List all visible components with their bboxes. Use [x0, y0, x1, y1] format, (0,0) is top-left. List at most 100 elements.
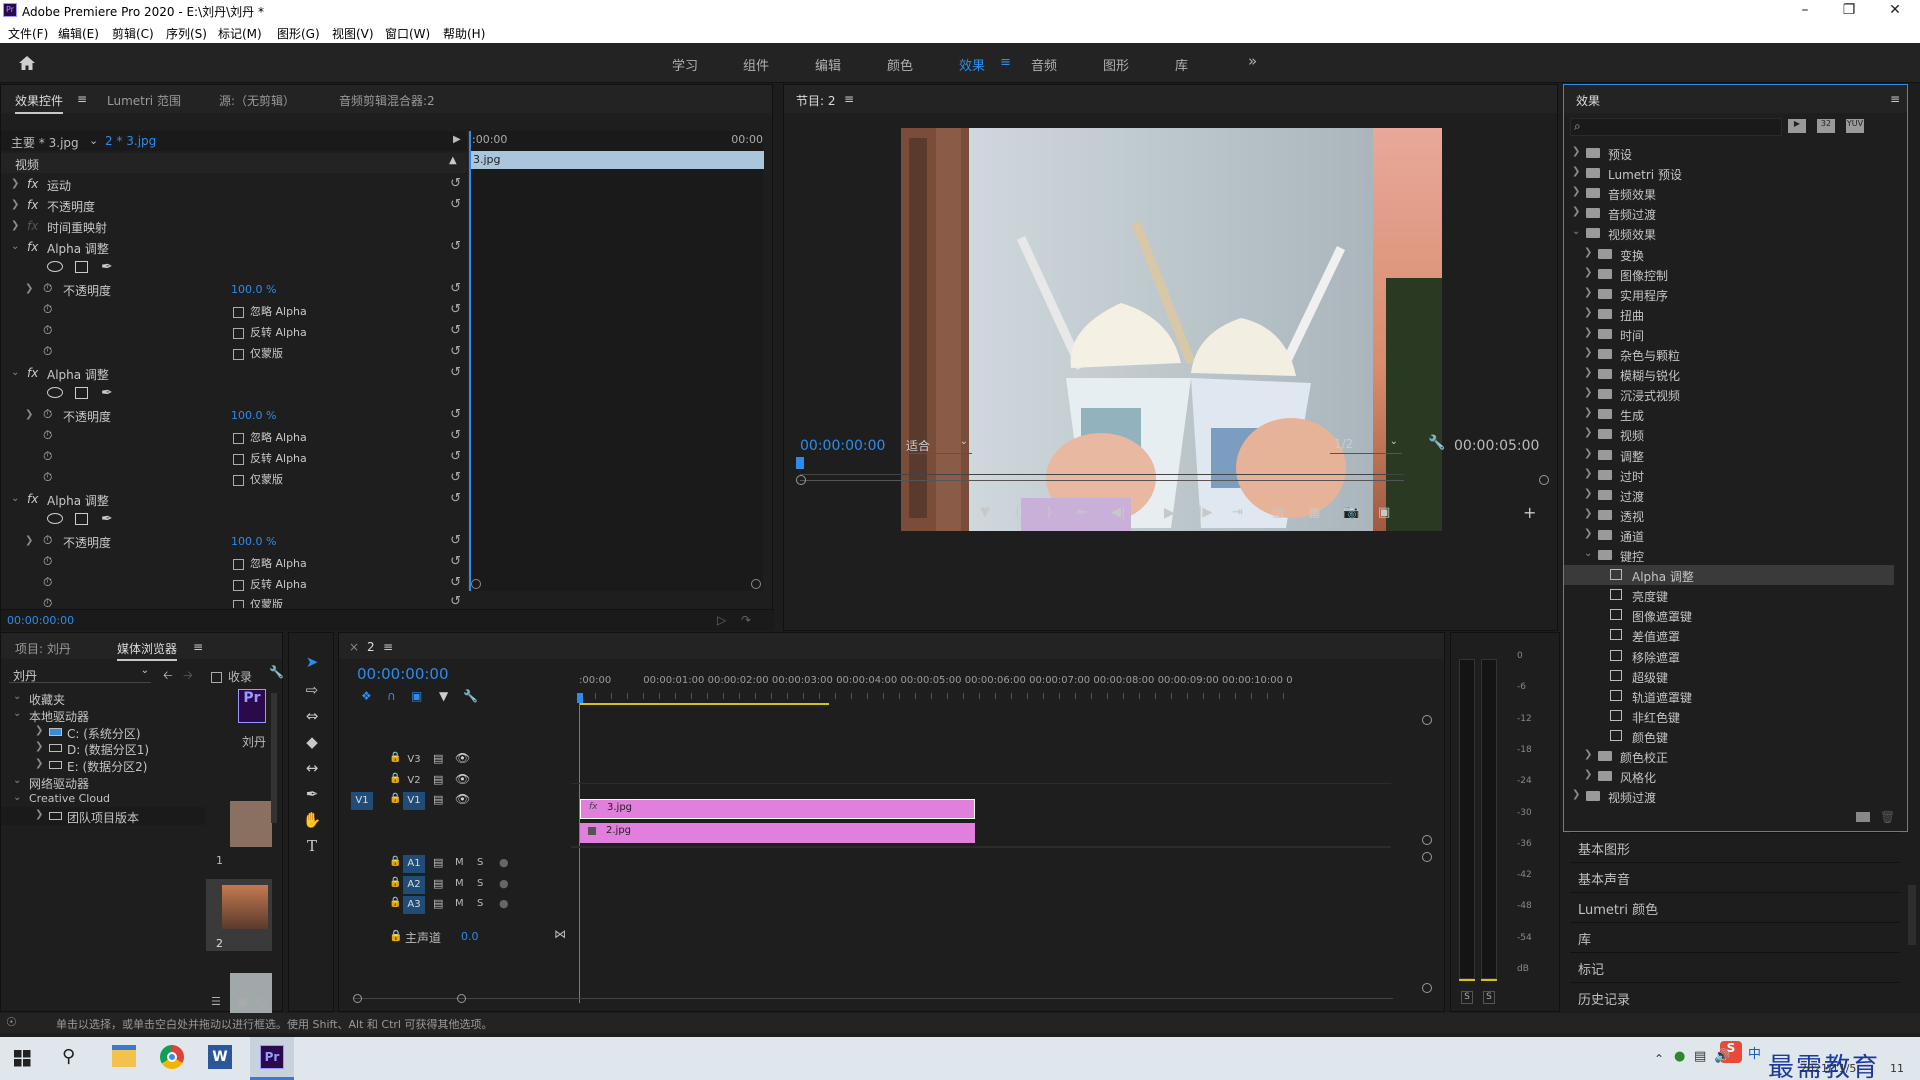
close-tab-icon[interactable]: × [349, 640, 359, 654]
chevron-down-icon[interactable]: ⌄ [13, 691, 21, 702]
play-only-clip-icon[interactable]: ▶ [453, 134, 461, 145]
essential-sound-panel[interactable]: 基本声音 [1570, 862, 1900, 890]
mute-button[interactable]: M [455, 878, 464, 889]
notification-count[interactable]: 11 [1890, 1062, 1904, 1075]
chevron-right-icon[interactable]: ❯ [1584, 287, 1592, 298]
effects-folder-item[interactable]: ❯ 过渡 [1564, 485, 1894, 505]
lock-icon[interactable]: 🔒 [389, 793, 401, 804]
effects-folder-item[interactable]: ❯ 过时 [1564, 465, 1894, 485]
project-file-thumbnail-icon[interactable]: Pr [238, 689, 266, 723]
chevron-right-icon[interactable]: ❯ [1584, 387, 1592, 398]
resolution-dropdown[interactable]: 1/2 ⌄ [1330, 436, 1402, 454]
lock-icon[interactable]: 🔒 [389, 773, 401, 784]
minimize-button[interactable]: – [1782, 0, 1828, 22]
effects-search-input[interactable]: ⌕ [1570, 118, 1782, 136]
hscroll-handle-left[interactable] [353, 994, 362, 1003]
reset-icon[interactable]: ↺ [450, 281, 461, 296]
effect-item[interactable]: 差值遮罩 [1564, 625, 1894, 645]
chevron-right-icon[interactable]: ❯ [1584, 427, 1592, 438]
taskbar-date[interactable]: 2021/11/5 [1800, 1062, 1856, 1075]
chevron-down-icon[interactable]: ⌄ [1584, 548, 1592, 559]
essential-graphics-panel[interactable]: 基本图形 [1570, 832, 1900, 860]
invert-alpha-checkbox[interactable] [233, 327, 244, 339]
media-browser-tree-item[interactable]: ⌄ 收藏夹 [1, 689, 205, 707]
ec-timecode[interactable]: 00:00:00:00 [7, 614, 74, 627]
zoom-handle-left[interactable] [796, 475, 806, 485]
reset-icon[interactable]: ↺ [450, 239, 461, 254]
time-remap-row[interactable]: ❯ fx 时间重映射 [1, 216, 467, 236]
zoom-handle-right[interactable] [1539, 475, 1549, 485]
wrench-settings-icon[interactable]: 🔧 [1428, 435, 1445, 451]
snap-nest-icon[interactable]: ❖ [361, 689, 372, 703]
alpha-adjust-row[interactable]: ⌄ fx Alpha 调整 ↺ [1, 237, 467, 257]
effects-folder-item[interactable]: ❯ 预设 [1564, 143, 1894, 163]
workspace-audio[interactable]: 音频 [1031, 55, 1057, 74]
pen-mask-icon[interactable]: ✒ [101, 511, 113, 527]
effects-folder-item[interactable]: ❯ 沉浸式视频 [1564, 384, 1894, 404]
ignore-alpha-checkbox[interactable] [233, 558, 244, 570]
chevron-right-icon[interactable]: ❯ [1572, 206, 1580, 217]
ellipse-mask-icon[interactable] [47, 513, 63, 524]
tray-chevron-up-icon[interactable]: ⌃ [1654, 1052, 1664, 1066]
workspace-graphics[interactable]: 图形 [1103, 55, 1129, 74]
go-to-master-icon[interactable]: ⋈ [554, 927, 566, 941]
chevron-right-icon[interactable]: ❯ [1584, 448, 1592, 459]
filter-icon[interactable]: ▷ [717, 613, 726, 627]
menu-sequence[interactable]: 序列(S) [166, 25, 207, 42]
alpha-adjust-row[interactable]: ⌄ fx Alpha 调整 ↺ [1, 363, 467, 383]
stopwatch-icon[interactable]: ⏱ [43, 323, 52, 338]
media-browser-scrollbar[interactable] [271, 693, 277, 823]
panel-menu-icon[interactable]: ≡ [1890, 92, 1900, 106]
effect-item[interactable]: 轨道遮罩键 [1564, 686, 1894, 706]
mark-out-icon[interactable]: } [1045, 505, 1053, 520]
program-current-timecode[interactable]: 00:00:00:00 [800, 438, 885, 454]
fx-icon[interactable]: fx [27, 366, 38, 380]
word-icon[interactable]: W [208, 1045, 232, 1069]
location-dropdown[interactable]: 刘丹 ⌄ [9, 665, 151, 683]
chevron-right-icon[interactable]: ❯ [1584, 407, 1592, 418]
panel-menu-icon[interactable]: ≡ [844, 92, 854, 106]
sync-lock-icon[interactable]: ▤ [433, 793, 443, 806]
maximize-button[interactable]: ❐ [1826, 0, 1872, 22]
ingest-checkbox[interactable] [211, 672, 222, 683]
stopwatch-icon[interactable]: ⏱ [43, 596, 52, 608]
reset-icon[interactable]: ↺ [450, 302, 461, 317]
chevron-right-icon[interactable]: ❯ [1584, 468, 1592, 479]
timeline-timecode[interactable]: 00:00:00:00 [357, 665, 449, 683]
yuv-effects-icon[interactable]: YUV [1846, 119, 1864, 133]
reset-icon[interactable]: ↺ [450, 594, 461, 608]
chevron-right-icon[interactable]: ❯ [1584, 367, 1592, 378]
sync-lock-icon[interactable]: ▤ [433, 773, 443, 786]
close-button[interactable]: ✕ [1872, 0, 1918, 22]
rectangle-mask-icon[interactable] [75, 513, 88, 525]
solo-left-button[interactable]: S [1461, 991, 1473, 1004]
track-select-tool-icon[interactable]: ⇨ [299, 681, 325, 705]
menu-window[interactable]: 窗口(W) [385, 25, 430, 42]
effects-folder-item[interactable]: ❯ 音频过渡 [1564, 203, 1894, 223]
menu-edit[interactable]: 编辑(E) [58, 25, 99, 42]
timeline-playhead-head[interactable] [577, 693, 583, 703]
volume-icon[interactable]: 🔊 [1714, 1049, 1730, 1064]
mask-only-checkbox[interactable] [233, 474, 244, 486]
source-patch-v1[interactable]: V1 [351, 792, 373, 810]
opacity-value[interactable]: 100.0 % [231, 535, 276, 548]
clip-dropdown-chevron-icon[interactable]: ⌄ [89, 134, 98, 147]
menu-clip[interactable]: 剪辑(C) [112, 25, 154, 42]
track-target-v2[interactable]: V2 [403, 772, 425, 790]
chevron-down-icon[interactable]: ⌄ [13, 792, 21, 803]
chevron-right-icon[interactable]: ❯ [35, 741, 43, 752]
tab-project[interactable]: 项目: 刘丹 [15, 640, 71, 657]
pen-mask-icon[interactable]: ✒ [101, 259, 113, 275]
reset-icon[interactable]: ↺ [450, 176, 461, 191]
media-browser-tree-item[interactable]: ⌄ 本地驱动器 [1, 706, 205, 724]
add-marker-icon[interactable]: ▼ [980, 505, 990, 520]
vscroll-handle-top[interactable] [1422, 715, 1432, 725]
stopwatch-icon[interactable]: ⏱ [43, 281, 52, 296]
selection-tool-icon[interactable]: ➤ [299, 653, 325, 677]
effects-folder-item[interactable]: ❯ 通道 [1564, 525, 1894, 545]
snap-magnet-icon[interactable]: ∩ [387, 689, 396, 703]
opacity-row[interactable]: ❯ fx 不透明度 ↺ [1, 195, 467, 215]
vscroll-handle-mid[interactable] [1422, 835, 1432, 845]
accelerated-effects-icon[interactable]: ▶ [1788, 119, 1806, 133]
media-browser-tree-item[interactable]: ⌄ Creative Cloud [1, 790, 205, 808]
